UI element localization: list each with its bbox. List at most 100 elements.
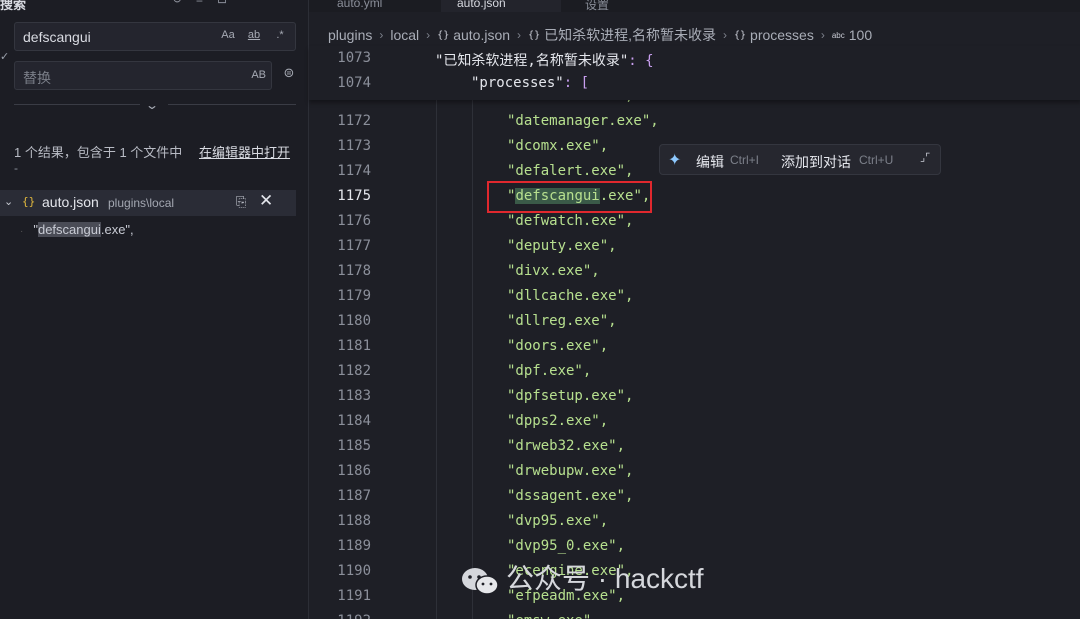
close-icon[interactable]: ✕ [259, 191, 273, 211]
json-punct: : [ [563, 75, 590, 91]
json-file-icon: {} [22, 195, 36, 208]
code-text: "drwebupw.exe", [507, 463, 634, 479]
code-text: "dpf.exe", [507, 363, 592, 379]
code-text: "datemanager.exe", [507, 113, 659, 129]
match-suffix: .exe", [100, 222, 134, 237]
annotation-red-box [487, 181, 652, 213]
replace-in-file-icon[interactable]: ⎘ [236, 194, 246, 210]
search-input-value[interactable]: defscangui [23, 29, 91, 45]
code-line[interactable]: 1183 "dpfsetup.exe", [309, 384, 1080, 409]
collapse-icon[interactable]: ⌟⌜ [920, 151, 930, 164]
code-text: "processes": [ [471, 75, 589, 91]
line-number: 1175 [337, 188, 371, 204]
line-number: 1184 [337, 413, 371, 429]
code-line[interactable]: 1189 "dvp95_0.exe", [309, 534, 1080, 559]
result-file-name: auto.json [42, 194, 99, 210]
search-sidebar: 搜索 ↻≡⊟ ✓ defscangui Aa ab .* 替换 AB ⊜ ⌄ 1… [0, 0, 308, 619]
line-number: 1178 [337, 263, 371, 279]
toggle-replace-chevron-icon[interactable]: ✓ [0, 50, 9, 63]
code-line[interactable]: 1187 "dssagent.exe", [309, 484, 1080, 509]
code-line[interactable]: 1176 "defwatch.exe", [309, 209, 1080, 234]
json-punct: : { [628, 53, 654, 69]
code-line[interactable]: 1178 "divx.exe", [309, 259, 1080, 284]
code-text: "defwatch.exe", [507, 213, 634, 229]
code-line[interactable]: 1192 "emsw.exe", [309, 609, 1080, 619]
line-number: 1185 [337, 438, 371, 454]
result-match-row[interactable]: · "defscangui.exe", [20, 222, 134, 237]
code-line[interactable]: 1184 "dpps2.exe", [309, 409, 1080, 434]
code-line[interactable]: 1182 "dpf.exe", [309, 359, 1080, 384]
inline-ai-popup: ✦ 编辑 Ctrl+I 添加到对话 Ctrl+U ⌟⌜ [659, 144, 941, 175]
replace-all-icon[interactable]: ⊜ [280, 65, 298, 85]
code-text: "emsw.exe", [507, 613, 600, 619]
sidebar-toolbar-icons[interactable]: ↻≡⊟ [172, 0, 241, 6]
code-line[interactable]: 1172 "datemanager.exe", [309, 109, 1080, 134]
code-line[interactable]: 1185 "drweb32.exe", [309, 434, 1080, 459]
line-number: 1187 [337, 488, 371, 504]
line-number: 1191 [337, 588, 371, 604]
line-number: 1179 [337, 288, 371, 304]
code-text: "dvp95.exe", [507, 513, 609, 529]
code-line[interactable]: 1181 "doors.exe", [309, 334, 1080, 359]
line-number: 1190 [337, 563, 371, 579]
open-in-editor-link[interactable]: 在编辑器中打开 [199, 142, 290, 161]
code-text: "dpps2.exe", [507, 413, 609, 429]
search-options: Aa ab .* [219, 29, 289, 41]
indent-guide [472, 84, 473, 619]
details-divider-right [168, 104, 296, 105]
sparkle-icon: ✦ [668, 152, 682, 169]
replace-input[interactable]: 替换 AB [14, 61, 272, 90]
code-text: "doors.exe", [507, 338, 609, 354]
code-text: "dcomx.exe", [507, 138, 609, 154]
add-to-chat-shortcut: Ctrl+U [859, 153, 894, 167]
line-number: 1173 [337, 138, 371, 154]
sidebar-title: 搜索 [0, 0, 27, 12]
regex-icon[interactable]: .* [271, 29, 289, 41]
watermark-text: 公众号 · hackctf [506, 563, 704, 594]
code-line[interactable]: 1186 "drwebupw.exe", [309, 459, 1080, 484]
code-text: "已知杀软进程,名称暂未收录": { [435, 50, 654, 70]
preserve-case-icon[interactable]: AB [251, 69, 266, 81]
details-divider-left [14, 104, 140, 105]
line-number: 1181 [337, 338, 371, 354]
result-file-path: plugins\local [108, 196, 175, 210]
edit-shortcut: Ctrl+I [730, 153, 760, 167]
line-number: 1183 [337, 388, 371, 404]
code-line[interactable]: 1175 "defscangui.exe", [309, 184, 1080, 209]
watermark: 公众号 · hackctf [460, 557, 704, 597]
add-to-chat-button[interactable]: 添加到对话 [781, 152, 851, 172]
indent-guide [436, 46, 437, 619]
code-text: "divx.exe", [507, 263, 600, 279]
wechat-logo-icon [462, 567, 499, 595]
line-number: 1189 [337, 538, 371, 554]
line-number: 1192 [329, 613, 371, 619]
search-input[interactable]: defscangui Aa ab .* [14, 22, 296, 51]
result-file-row[interactable]: ⌄ {} auto.json plugins\local ⎘ ✕ [0, 190, 296, 216]
line-number: 1188 [337, 513, 371, 529]
line-number: 1186 [337, 463, 371, 479]
code-text: "drweb32.exe", [507, 438, 626, 454]
code-line[interactable]: 1179 "dllcache.exe", [309, 284, 1080, 309]
match-case-icon[interactable]: Aa [219, 29, 237, 41]
code-editor[interactable]: auto.yml auto.json 设置 plugins › local ›{} au… [308, 0, 1080, 619]
line-number: 1172 [337, 113, 371, 129]
code-text: "defalert.exe", [507, 163, 634, 179]
json-key: "已知杀软进程,名称暂未收录" [435, 53, 629, 69]
edit-button[interactable]: 编辑 [696, 152, 724, 172]
line-number: 1074 [337, 75, 371, 91]
sticky-scroll-header[interactable]: 1073 "已知杀软进程,名称暂未收录": { 1074 "processes": [ [309, 46, 1080, 100]
results-dash: - [14, 161, 18, 175]
toggle-search-details-chevron-icon[interactable]: ⌄ [145, 98, 159, 112]
code-text: "dllreg.exe", [507, 313, 617, 329]
code-line[interactable]: 1180 "dllreg.exe", [309, 309, 1080, 334]
chevron-down-icon[interactable]: ⌄ [4, 195, 13, 208]
replace-input-placeholder[interactable]: 替换 [23, 68, 51, 88]
code-line[interactable]: 1177 "deputy.exe", [309, 234, 1080, 259]
line-number: 1174 [337, 163, 371, 179]
match-highlight: defscangui [37, 222, 101, 237]
code-line[interactable]: 1188 "dvp95.exe", [309, 509, 1080, 534]
code-text: "dllcache.exe", [507, 288, 634, 304]
sticky-line[interactable]: 1074 "processes": [ [309, 71, 1080, 96]
whole-word-icon[interactable]: ab [245, 29, 263, 41]
sticky-line[interactable]: 1073 "已知杀软进程,名称暂未收录": { [309, 46, 1080, 71]
